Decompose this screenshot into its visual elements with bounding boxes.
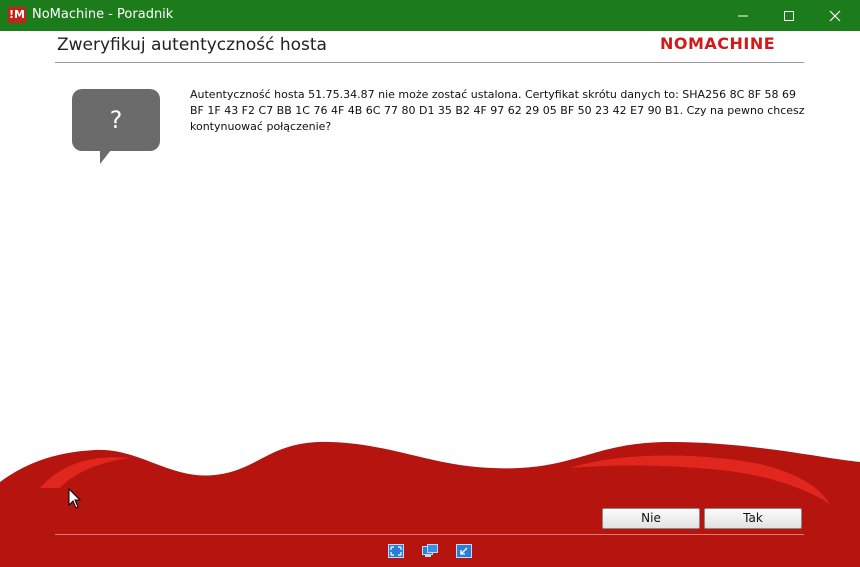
maximize-button[interactable] <box>766 0 812 31</box>
nomachine-window: !M NoMachine - Poradnik Zweryfikuj auten… <box>0 0 860 567</box>
close-icon <box>829 10 841 21</box>
page-title: Zweryfikuj autentyczność hosta <box>57 35 327 55</box>
question-bubble-tail <box>100 150 111 164</box>
dialog-message: Autentyczność hosta 51.75.34.87 nie może… <box>190 88 805 133</box>
maximize-icon <box>784 10 794 21</box>
fullscreen-icon[interactable] <box>388 544 404 558</box>
close-button[interactable] <box>812 0 858 31</box>
question-bubble-icon: ? <box>72 89 160 151</box>
header-divider <box>55 62 804 63</box>
no-button[interactable]: Nie <box>602 508 700 529</box>
footer-divider <box>55 534 804 535</box>
minimize-button[interactable] <box>720 0 766 31</box>
title-bar[interactable]: !M NoMachine - Poradnik <box>0 0 860 31</box>
minimize-icon <box>738 15 748 16</box>
nomachine-logo: NOMACHINE <box>660 34 776 53</box>
window-title: NoMachine - Poradnik <box>32 7 174 22</box>
yes-button[interactable]: Tak <box>704 508 802 529</box>
mouse-cursor-icon <box>68 488 82 509</box>
display-settings-icon[interactable] <box>422 544 438 558</box>
nomachine-app-icon: !M <box>8 7 26 23</box>
window-mode-icon[interactable] <box>456 544 472 558</box>
